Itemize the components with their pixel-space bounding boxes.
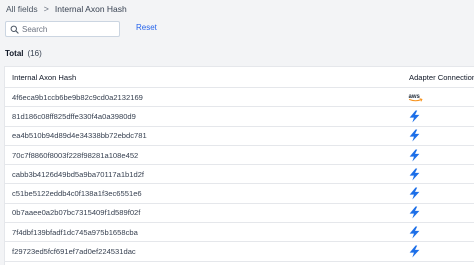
cell-adapter-connections [405,110,474,123]
search-icon [6,25,22,34]
search-input[interactable] [22,23,112,35]
cell-adapter-connections [405,226,474,239]
results-table: Internal Axon Hash Adapter Connections 4… [4,66,474,265]
lightning-bolt-icon [409,168,420,181]
lightning-bolt-icon [409,149,420,161]
cell-internal-axon-hash: 4f6eca9b1ccb6be9b82c9cd0a2132169 [12,92,143,102]
lightning-bolt-icon [409,129,420,142]
cell-internal-axon-hash: c51be5122eddb4c0f138a1f3ec6551e6 [12,189,142,199]
cell-internal-axon-hash: 7f4dbf139bfadf1dc745a975b1658cba [12,227,138,237]
column-header-adapter-connections[interactable]: Adapter Connections [405,73,474,82]
table-row[interactable]: c51be5122eddb4c0f138a1f3ec6551e6 [5,184,474,204]
svg-text:aws: aws [409,94,421,100]
cell-adapter-connections [405,187,474,200]
cell-internal-axon-hash: f29723ed5fcf691ef7ad0ef224531dac [12,247,136,257]
search-box[interactable] [5,21,120,37]
lightning-bolt-icon [409,110,420,123]
lightning-bolt-icon [409,245,420,258]
table-row[interactable]: 4f6eca9b1ccb6be9b82c9cd0a2132169 aws [5,88,474,108]
table-row[interactable]: 81d186c08ff825dffe330f4a0a3980d9 [5,107,474,127]
toolbar: Reset [5,21,474,37]
table-row[interactable]: 7f4dbf139bfadf1dc745a975b1658cba [5,223,474,243]
cell-internal-axon-hash: 0b7aaee0a2b07bc7315409f1d589f02f [12,208,141,218]
cell-adapter-connections [405,129,474,142]
table-body: 4f6eca9b1ccb6be9b82c9cd0a2132169 aws 81d18… [5,88,474,262]
cell-internal-axon-hash: ea4b510b94d89d4e34338bb72ebdc781 [12,131,147,141]
breadcrumb-all-fields[interactable]: All fields [6,4,38,14]
cell-internal-axon-hash: 81d186c08ff825dffe330f4a0a3980d9 [12,111,136,121]
breadcrumb-current: Internal Axon Hash [54,4,127,14]
total-label: Total [5,49,24,58]
lightning-bolt-icon [409,187,420,200]
total-count: Total (16) [5,49,42,58]
breadcrumb-separator: > [43,4,49,14]
cell-adapter-connections: aws [405,92,474,103]
table-row[interactable]: 70c7f8860f8003f228f98281a108e452 [5,146,474,166]
table-row[interactable]: 0b7aaee0a2b07bc7315409f1d589f02f [5,204,474,224]
table-row[interactable]: ea4b510b94d89d4e34338bb72ebdc781 [5,127,474,146]
cell-adapter-connections [405,168,474,181]
reset-button[interactable]: Reset [136,23,157,32]
lightning-bolt-icon [409,226,420,239]
cell-adapter-connections [405,206,474,219]
cell-internal-axon-hash: 70c7f8860f8003f228f98281a108e452 [12,150,139,160]
table-row[interactable]: f29723ed5fcf691ef7ad0ef224531dac [5,242,474,262]
cell-internal-axon-hash: cabb3b4126d49bd5a9ba70117a1b1d2f [12,169,145,179]
table-row[interactable]: cabb3b4126d49bd5a9ba70117a1b1d2f [5,165,474,185]
total-number: (16) [27,49,42,58]
cell-adapter-connections [405,149,474,162]
cell-adapter-connections [405,245,474,258]
aws-logo-icon: aws [409,94,423,102]
breadcrumb: All fields > Internal Axon Hash [6,4,127,14]
column-header-internal-axon-hash[interactable]: Internal Axon Hash [5,73,405,82]
lightning-bolt-icon [409,206,420,219]
table-header: Internal Axon Hash Adapter Connections [5,67,474,88]
